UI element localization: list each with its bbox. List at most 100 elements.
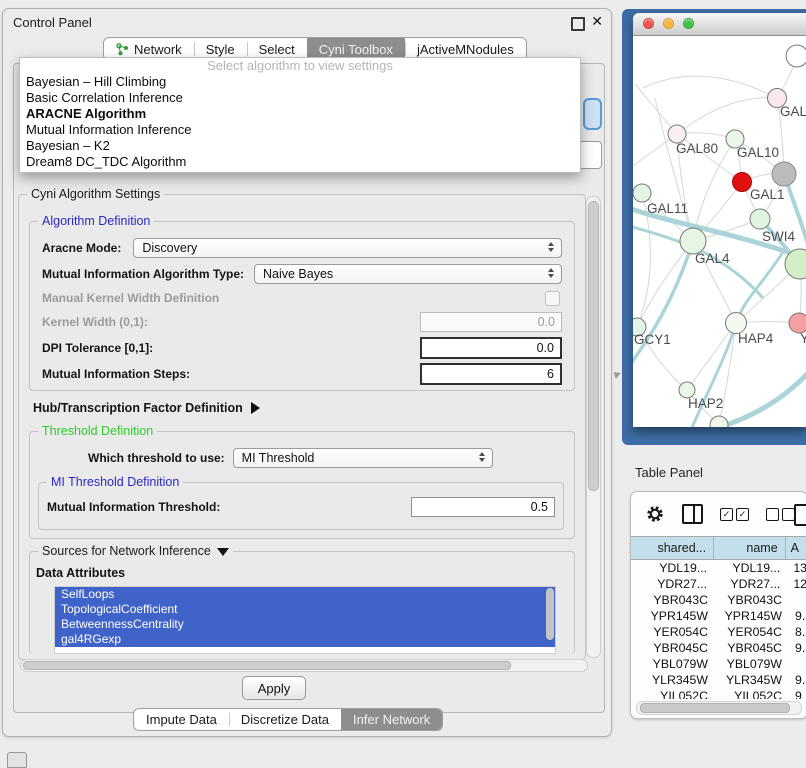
apply-button[interactable]: Apply [242,676,306,700]
which-threshold-row: Which threshold to use: MI Threshold [42,448,562,468]
data-attribute-item[interactable]: TopologicalCoefficient [55,602,555,617]
algorithm-option-aracne-algorithm[interactable]: ARACNE Algorithm [20,106,580,122]
tab-impute-data[interactable]: Impute Data [134,709,229,730]
mi-type-select[interactable]: Naive Bayes [254,264,562,284]
network-node[interactable] [789,313,806,333]
mi-threshold-input[interactable] [411,497,555,517]
which-threshold-label: Which threshold to use: [88,451,225,465]
table-row[interactable]: YIL052CYIL052C9 [631,688,806,699]
network-node[interactable] [633,184,651,202]
deselect-all-columns-icon[interactable] [766,508,795,521]
close-icon[interactable]: ✕ [591,13,603,30]
dpi-tolerance-input[interactable] [420,337,562,359]
tab-discretize-data[interactable]: Discretize Data [229,709,341,730]
settings-vertical-scrollbar[interactable] [586,196,601,658]
data-attribute-item[interactable]: gal4RGexp [55,632,555,647]
table-cell: 9. [791,641,806,655]
close-traffic-light-icon[interactable] [643,18,654,29]
algorithm-option-mutual-information-inference[interactable]: Mutual Information Inference [20,122,580,138]
network-node[interactable] [772,162,796,186]
table-cell: 9. [791,673,806,687]
algorithm-option-dream8-dc-tdc-algorithm[interactable]: Dream8 DC_TDC Algorithm [20,154,580,170]
network-node[interactable] [733,173,752,192]
network-node[interactable] [710,416,728,427]
network-window: GAL8GAL80GAL10GAL1GAL11SWI4GAL4HAP4YGCY1… [633,13,806,427]
mi-steps-input[interactable] [420,363,562,385]
hub-definition-toggle[interactable]: Hub/Transcription Factor Definition [33,399,260,417]
network-view-frame: GAL8GAL80GAL10GAL1GAL11SWI4GAL4HAP4YGCY1… [622,9,806,445]
data-attribute-item[interactable]: SelfLoops [55,587,555,602]
spinner-arrows-icon [548,242,554,252]
table-horizontal-scrollbar[interactable] [636,701,802,715]
manual-kernel-checkbox[interactable] [545,291,560,306]
network-canvas[interactable]: GAL8GAL80GAL10GAL1GAL11SWI4GAL4HAP4YGCY1… [633,36,806,427]
table-cell: YBR043C [717,593,791,607]
network-node[interactable] [750,209,770,229]
table-row[interactable]: YDL19...YDL19...13 [631,560,806,576]
algorithm-option-basic-correlation-inference[interactable]: Basic Correlation Inference [20,90,580,106]
export-table-icon[interactable] [794,504,806,526]
table-row[interactable]: YBR043CYBR043C [631,592,806,608]
algorithm-option-bayesian-hill-climbing[interactable]: Bayesian – Hill Climbing [20,74,580,90]
network-window-titlebar[interactable] [633,13,806,36]
gear-icon[interactable] [645,504,665,524]
which-threshold-select[interactable]: MI Threshold [233,448,493,468]
network-edge[interactable] [643,76,777,98]
algorithm-options-list: Bayesian – Hill ClimbingBasic Correlatio… [20,74,580,170]
panel-divider-arrow-icon[interactable] [611,369,621,379]
table-row[interactable]: YDR27...YDR27...12 [631,576,806,592]
aracne-mode-label: Aracne Mode: [42,241,121,255]
column-header[interactable]: A [786,537,806,559]
column-header[interactable]: name [714,537,786,559]
table-row[interactable]: YBL079WYBL079W [631,656,806,672]
tab-infer-network[interactable]: Infer Network [341,709,442,730]
table-cell: 9 [791,689,806,699]
zoom-traffic-light-icon[interactable] [683,18,694,29]
table-cell: YIL052C [631,689,717,699]
network-node[interactable] [786,45,806,67]
data-attributes-list[interactable]: SelfLoopsTopologicalCoefficientBetweenne… [54,586,556,654]
table-row[interactable]: YER054CYER054C8. [631,624,806,640]
node-label: GAL10 [737,145,779,160]
network-edge[interactable] [637,241,693,327]
scrollbar-thumb[interactable] [588,201,599,491]
collapsed-panel-icon[interactable] [7,752,27,768]
table-row[interactable]: YBR045CYBR045C9. [631,640,806,656]
data-attribute-item[interactable]: BetweennessCentrality [55,617,555,632]
algorithm-definition-group: Algorithm Definition Aracne Mode: Discov… [29,221,575,391]
network-edge[interactable] [633,241,693,366]
kernel-width-label: Kernel Width (0,1): [42,315,148,329]
desktop: Control Panel ✕ NetworkStyleSelectCyni T… [0,0,806,762]
list-scrollbar-thumb[interactable] [546,588,554,640]
select-all-columns-icon[interactable]: ✓✓ [720,508,749,521]
table-cell: YER054C [717,625,791,639]
table-cell: YDR27... [716,577,789,591]
scrollbar-thumb[interactable] [640,703,790,713]
scrollbar-thumb[interactable] [23,661,511,670]
control-panel-window: Control Panel ✕ NetworkStyleSelectCyni T… [2,8,612,737]
network-edge[interactable] [736,252,783,323]
show-columns-icon[interactable] [682,504,703,524]
table-cell: YBR045C [717,641,791,655]
table-cell: 13 [789,561,806,575]
table-row[interactable]: YLR345WYLR345W9. [631,672,806,688]
settings-horizontal-scrollbar[interactable] [20,659,588,672]
table-cell: YPR145W [631,609,717,623]
float-window-icon[interactable] [571,17,585,31]
table-cell: YDR27... [631,577,716,591]
minimize-traffic-light-icon[interactable] [663,18,674,29]
aracne-mode-select[interactable]: Discovery [133,238,562,258]
mi-threshold-definition-group: MI Threshold Definition Mutual Informati… [38,482,564,530]
network-edge[interactable] [635,84,677,134]
network-edge[interactable] [687,323,736,390]
control-panel-title: Control Panel [13,15,92,30]
table-row[interactable]: YPR145WYPR145W9. [631,608,806,624]
algorithm-option-bayesian-k2[interactable]: Bayesian – K2 [20,138,580,154]
sources-title: Sources for Network Inference [38,544,233,558]
network-edge[interactable] [677,98,777,134]
node-label: GAL80 [676,141,718,156]
manual-kernel-row: Manual Kernel Width Definition [42,290,562,306]
column-header[interactable]: shared... [631,537,714,559]
kernel-width-input[interactable] [420,312,562,332]
table-cell: YIL052C [717,689,791,699]
